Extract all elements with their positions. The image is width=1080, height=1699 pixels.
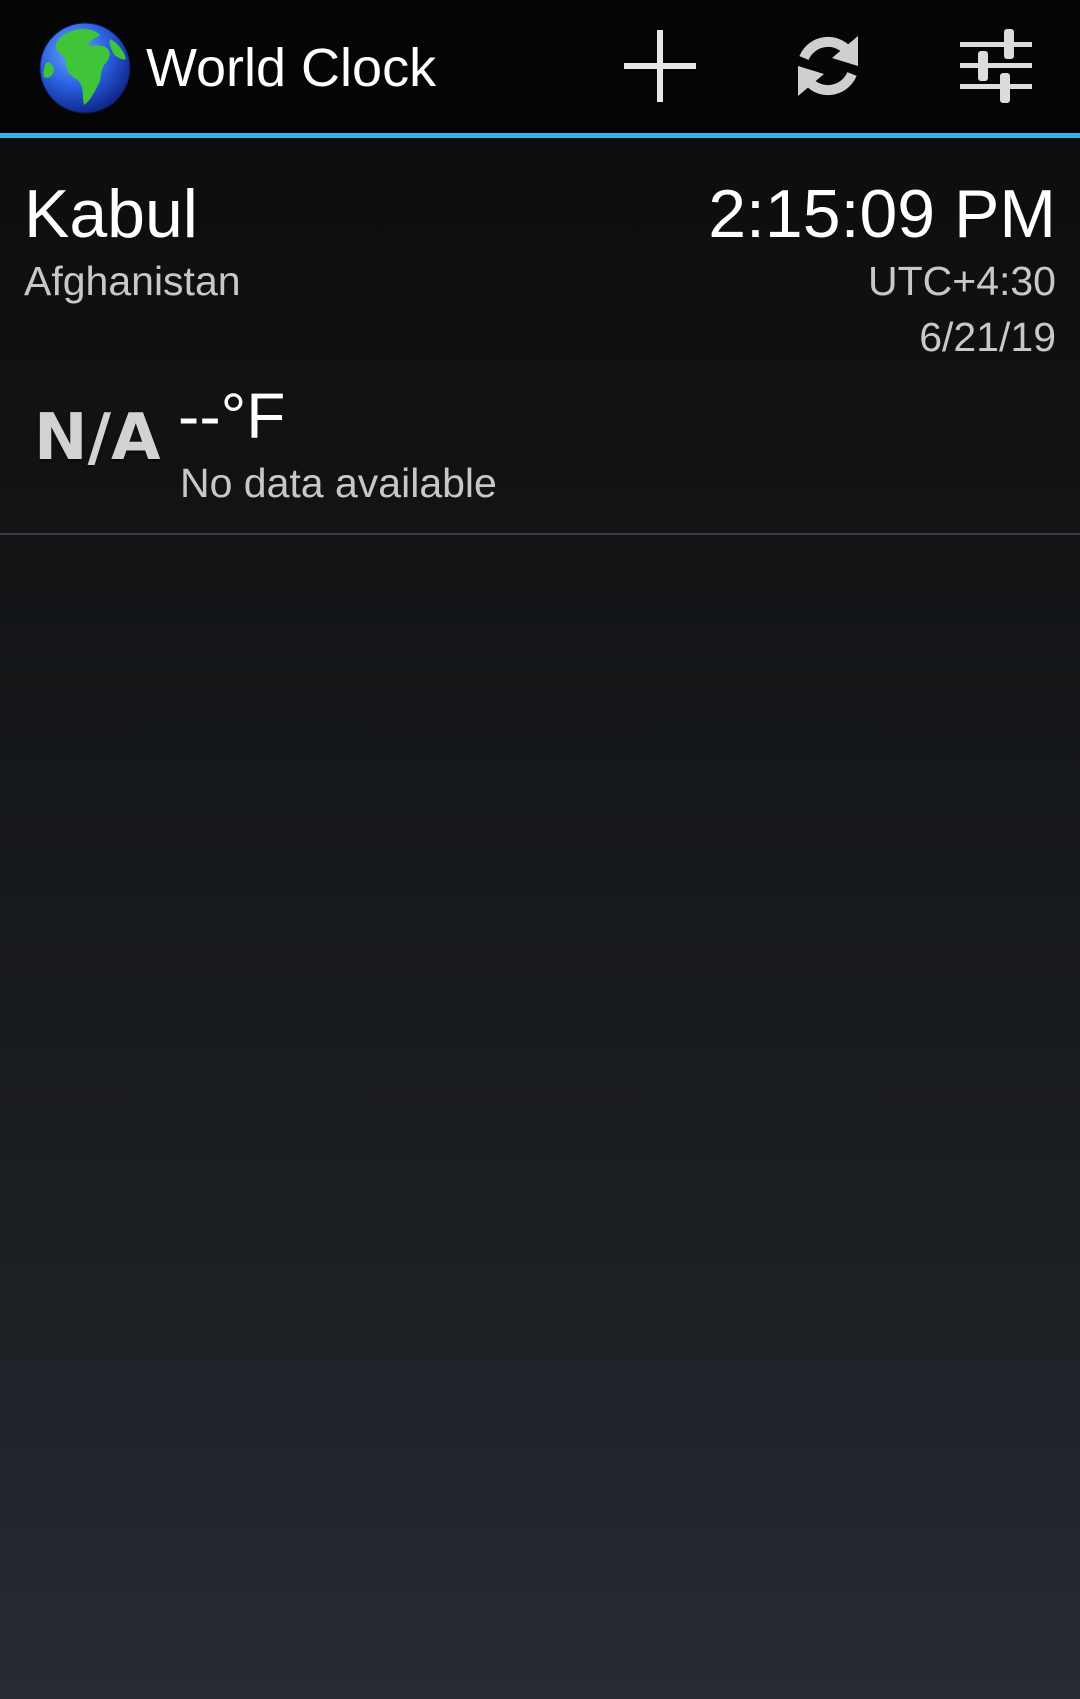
refresh-button[interactable]: [778, 20, 878, 116]
globe-icon: [38, 21, 132, 115]
plus-icon: [622, 28, 698, 109]
clock-time: 2:15:09 PM: [708, 176, 1056, 252]
sliders-icon: [958, 27, 1034, 110]
weather-description: No data available: [180, 460, 497, 506]
add-button[interactable]: [610, 20, 710, 116]
settings-button[interactable]: [946, 20, 1046, 116]
list-divider: [0, 533, 1080, 535]
temperature: --°F: [178, 380, 286, 452]
city-name: Kabul: [24, 176, 198, 252]
utc-offset: UTC+4:30: [867, 258, 1056, 304]
app-title: World Clock: [146, 38, 437, 98]
clock-list-item[interactable]: Kabul Afghanistan 2:15:09 PM UTC+4:30 6/…: [0, 138, 1080, 534]
clock-date: 6/21/19: [919, 314, 1056, 360]
refresh-icon: [792, 28, 864, 109]
country-name: Afghanistan: [24, 258, 241, 304]
action-bar: World Clock: [0, 0, 1080, 133]
weather-unavailable-icon: N/A: [34, 401, 161, 475]
